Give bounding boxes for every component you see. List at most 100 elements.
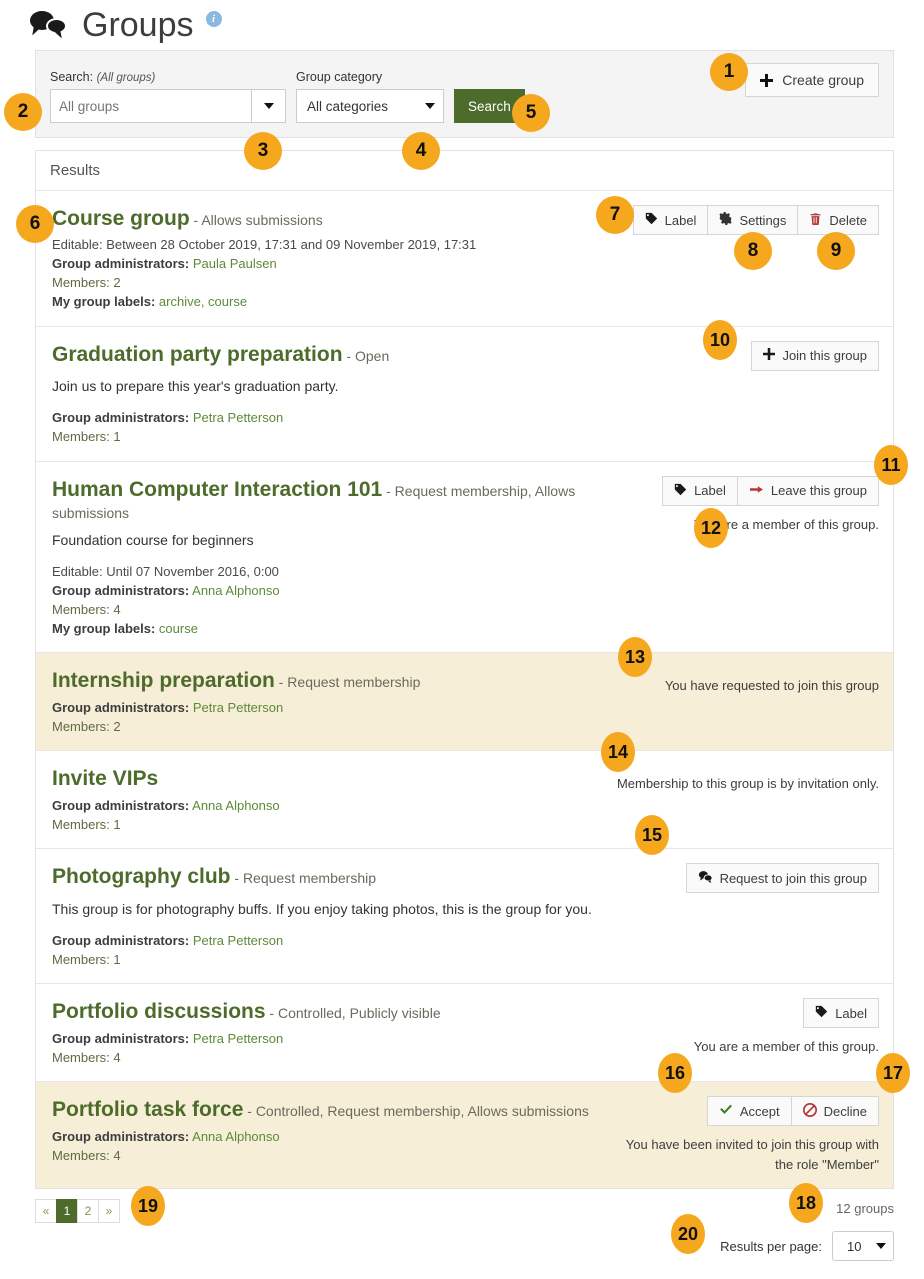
group-members-label: Members: <box>52 601 110 617</box>
group-administrator-link[interactable]: Anna Alphonso <box>192 1129 279 1144</box>
group-actions: Join this group <box>611 340 879 447</box>
group-members-label: Members: <box>52 1049 110 1065</box>
group-name-link[interactable]: Portfolio task force <box>52 1098 243 1121</box>
group-actions: Accept Decline You have been invited to jo… <box>611 1096 879 1174</box>
group-administrators-label: Group administrators: <box>52 582 190 598</box>
pagination-item[interactable]: 1 <box>56 1199 78 1224</box>
create-group-label: Create group <box>782 72 864 88</box>
pagination-item[interactable]: « <box>35 1199 57 1224</box>
group-labels: My group labels: archive, course <box>52 293 601 312</box>
group-labels-value[interactable]: course <box>159 621 198 636</box>
group-name-link[interactable]: Course group <box>52 207 190 230</box>
search-input[interactable] <box>50 89 252 123</box>
group-administrators: Group administrators: Paula Paulsen <box>52 255 601 274</box>
results-per-page-label: Results per page: <box>720 1238 822 1254</box>
callout-badge-14: 14 <box>601 732 635 772</box>
group-action-button-bar: Join this group <box>751 340 879 371</box>
group-meta: Group administrators: Petra Petterson Mem… <box>52 1030 601 1068</box>
group-members-label: Members: <box>52 428 110 444</box>
group-labels-label: My group labels: <box>52 620 156 636</box>
label-button[interactable]: Label <box>632 205 709 235</box>
decline-button[interactable]: Decline <box>790 1096 879 1127</box>
delete-button[interactable]: Delete <box>797 205 879 235</box>
group-description: Foundation course for beginners <box>52 531 254 548</box>
label-button[interactable]: Label <box>662 475 738 506</box>
label-button[interactable]: Label <box>803 998 879 1029</box>
group-title-line: Portfolio discussions - Controlled, Publ… <box>52 998 601 1026</box>
group-administrators: Group administrators: Petra Petterson <box>52 699 601 718</box>
group-administrators-label: Group administrators: <box>52 1030 190 1046</box>
group-administrators: Group administrators: Anna Alphonso <box>52 582 601 601</box>
group-name-link[interactable]: Internship preparation <box>52 669 275 692</box>
speech-bubbles-icon <box>30 10 70 40</box>
group-members-count: 4 <box>113 601 121 617</box>
group-name-link[interactable]: Portfolio discussions <box>52 1000 266 1023</box>
group-name-link[interactable]: Photography club <box>52 865 231 888</box>
pagination-item[interactable]: » <box>98 1199 120 1224</box>
group-list: Course group - Allows submissions Editabl… <box>36 191 893 1189</box>
group-actions: Request to join this group <box>611 863 879 969</box>
chevron-down-icon <box>876 1243 886 1250</box>
group-administrators-label: Group administrators: <box>52 797 190 813</box>
request-to-join-this-group-button[interactable]: Request to join this group <box>685 863 879 894</box>
callout-badge-19: 19 <box>131 1186 165 1226</box>
group-title-line: Invite VIPs <box>52 765 601 793</box>
group-name-link[interactable]: Graduation party preparation <box>52 343 343 366</box>
chevron-down-icon <box>425 103 435 109</box>
accept-button[interactable]: Accept <box>706 1096 792 1127</box>
settings-button[interactable]: Settings <box>707 205 799 235</box>
results-per-page-select[interactable]: 10 <box>832 1231 894 1262</box>
group-administrator-link[interactable]: Petra Petterson <box>193 410 283 425</box>
group-administrator-link[interactable]: Petra Petterson <box>193 700 283 715</box>
group-meta: Group administrators: Petra Petterson Mem… <box>52 932 601 970</box>
group-membership-note: You are a member of this group. <box>693 1039 879 1055</box>
group-name-link[interactable]: Invite VIPs <box>52 767 158 790</box>
group-members: Members: 2 <box>52 718 601 737</box>
create-group-wrap: Create group <box>745 63 879 97</box>
button-label: Decline <box>823 1103 867 1119</box>
tag-icon <box>674 483 687 499</box>
group-administrator-link[interactable]: Paula Paulsen <box>193 256 277 271</box>
group-membership-note: You have been invited to join this group… <box>625 1137 879 1172</box>
group-info: Portfolio discussions - Controlled, Publ… <box>52 998 611 1067</box>
group-type-text: - Allows submissions <box>189 212 323 228</box>
group-administrators: Group administrators: Petra Petterson <box>52 1030 601 1049</box>
pagination-item[interactable]: 2 <box>77 1199 99 1224</box>
group-administrator-link[interactable]: Petra Petterson <box>193 1031 283 1046</box>
group-category-select[interactable]: All categories <box>296 89 444 123</box>
callout-badge-12: 12 <box>694 508 728 548</box>
group-administrator-link[interactable]: Anna Alphonso <box>192 798 279 813</box>
group-administrator-link[interactable]: Petra Petterson <box>193 933 283 948</box>
group-labels: My group labels: course <box>52 620 601 639</box>
group-labels-value[interactable]: archive, course <box>159 294 247 309</box>
group-type-text: - Controlled, Request membership, Allows… <box>243 1103 589 1120</box>
group-membership-note: You are a member of this group. <box>693 516 879 532</box>
info-icon[interactable]: i <box>205 11 222 27</box>
join-this-group-button[interactable]: Join this group <box>751 340 879 371</box>
group-info: Internship preparation - Request members… <box>52 667 611 736</box>
group-members-count: 1 <box>113 816 121 832</box>
group-row: Portfolio discussions - Controlled, Publ… <box>36 984 893 1083</box>
plus-icon <box>760 73 774 87</box>
group-title-line: Course group - Allows submissions <box>52 205 601 233</box>
group-editable-dates: Editable: Between 28 October 2019, 17:31… <box>52 237 477 253</box>
group-meta: Group administrators: Anna Alphonso Membe… <box>52 797 601 835</box>
leave-this-group-button[interactable]: Leave this group <box>736 475 879 506</box>
group-description: Join us to prepare this year's graduatio… <box>52 378 339 395</box>
group-name-link[interactable]: Human Computer Interaction 101 <box>52 478 382 501</box>
group-meta: Group administrators: Anna Alphonso Membe… <box>52 1128 601 1166</box>
create-group-button[interactable]: Create group <box>745 63 879 97</box>
group-title-line: Human Computer Interaction 101 - Request… <box>52 476 601 523</box>
group-row: Portfolio task force - Controlled, Reque… <box>36 1082 893 1189</box>
group-administrator-link[interactable]: Anna Alphonso <box>192 583 279 598</box>
group-action-button-bar: Label Leave this group <box>662 475 879 506</box>
group-row: Internship preparation - Request members… <box>36 653 893 752</box>
group-actions: Label You are a member of this group. <box>611 998 879 1067</box>
plus-icon <box>763 348 776 363</box>
group-members-label: Members: <box>52 275 110 291</box>
search-dropdown-button[interactable] <box>252 89 286 123</box>
search-scope-text: (All groups) <box>96 72 156 84</box>
group-members-label: Members: <box>52 816 110 832</box>
group-meta: Group administrators: Petra Petterson Mem… <box>52 699 601 737</box>
callout-badge-8: 8 <box>734 232 772 270</box>
